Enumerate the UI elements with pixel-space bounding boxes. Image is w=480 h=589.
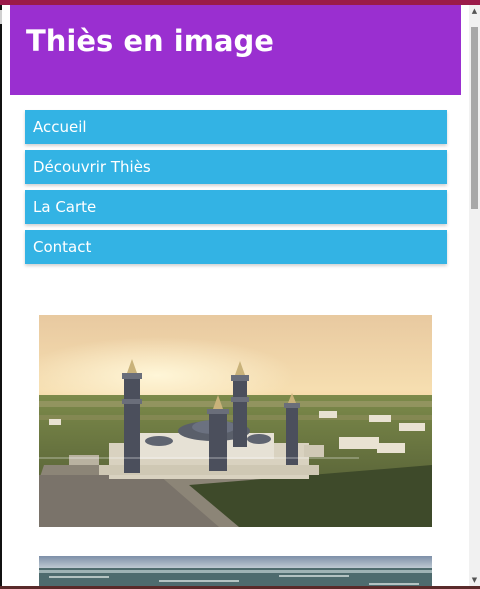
triangle-up-icon[interactable]: ▲ [469, 5, 480, 17]
main-nav: Accueil Découvrir Thiès La Carte Contact [25, 110, 447, 270]
site-title: Thiès en image [26, 24, 274, 58]
nav-item-la-carte[interactable]: La Carte [25, 190, 447, 224]
vertical-scrollbar[interactable]: ▲ ▼ [469, 5, 480, 586]
nav-item-decouvrir-thies[interactable]: Découvrir Thiès [25, 150, 447, 184]
mosque-photo [39, 315, 432, 527]
coast-photo [39, 556, 432, 586]
gallery-image-mosque [39, 315, 432, 527]
site-header: Thiès en image [10, 5, 461, 95]
triangle-down-icon[interactable]: ▼ [469, 574, 480, 586]
browser-frame: Thiès en image Accueil Découvrir Thiès L… [0, 0, 480, 589]
nav-item-contact[interactable]: Contact [25, 230, 447, 264]
gallery-image-coast [39, 556, 432, 586]
nav-item-accueil[interactable]: Accueil [25, 110, 447, 144]
page-viewport: Thiès en image Accueil Découvrir Thiès L… [2, 5, 469, 586]
scrollbar-thumb[interactable] [471, 27, 478, 209]
